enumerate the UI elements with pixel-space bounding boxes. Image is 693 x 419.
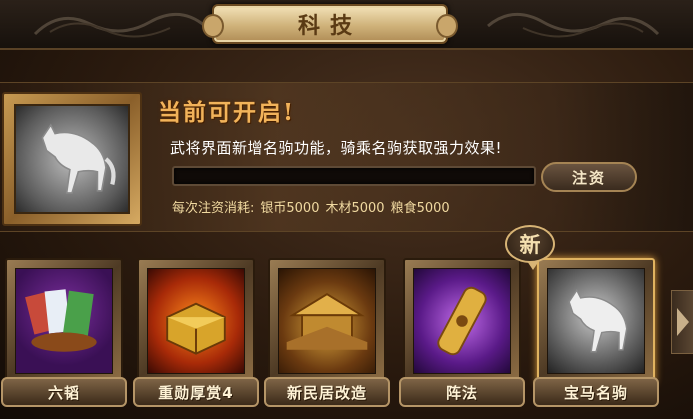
dragon-ornament-icon (487, 13, 660, 38)
tech-item-housing[interactable]: 新民居改造 (264, 258, 390, 408)
scroll-right-arrow[interactable] (671, 290, 693, 354)
tech-label: 新民居改造 (264, 377, 390, 407)
tech-label: 六韬 (1, 377, 127, 407)
white-horse-icon (41, 123, 116, 194)
invest-cost: 每次注资消耗: 银币5000 木材5000 粮食5000 (172, 197, 456, 216)
cost-wood: 木材5000 (325, 201, 385, 216)
tech-label: 重勋厚赏4 (133, 377, 259, 407)
invest-button[interactable]: 注资 (541, 162, 637, 192)
tech-screen: 科技 当前可开启! 武将界面新增名驹功能，骑乘名驹获取强力效果! 注资 每次注资… (0, 0, 693, 419)
chevron-right-icon (676, 308, 689, 336)
title-plate: 科技 (202, 4, 458, 44)
tech-item-liutao[interactable]: 六韬 (1, 258, 127, 408)
tech-description: 武将界面新增名驹功能，骑乘名驹获取强力效果! (170, 139, 503, 157)
tech-item-horse[interactable]: 宝马名驹 (533, 258, 659, 408)
investment-progress-bar (172, 166, 536, 186)
selected-tech-portrait (2, 92, 142, 226)
cost-silver: 银币5000 (260, 201, 320, 216)
tech-item-formation[interactable]: 阵法 (399, 258, 525, 408)
horse-portrait (14, 104, 130, 214)
new-badge: 新 (505, 225, 555, 270)
top-bar: 科技 (0, 0, 693, 50)
page-title: 科技 (297, 13, 362, 39)
white-horse-icon (547, 268, 645, 374)
cost-label: 每次注资消耗: (172, 201, 255, 216)
tech-label: 阵法 (399, 377, 525, 407)
cost-grain: 粮食5000 (390, 201, 450, 216)
treasure-chest-icon (147, 268, 245, 374)
dragon-ornament-icon (33, 13, 206, 38)
headline: 当前可开启! (158, 99, 296, 126)
strategy-books-icon (15, 268, 113, 374)
tech-list: 六韬 重勋厚赏4 新民居改造 阵法 宝马名驹 (0, 258, 693, 419)
palace-building-icon (278, 268, 376, 374)
tech-item-reward[interactable]: 重勋厚赏4 (133, 258, 259, 408)
golden-scroll-icon (413, 268, 511, 374)
tech-label: 宝马名驹 (533, 377, 659, 407)
